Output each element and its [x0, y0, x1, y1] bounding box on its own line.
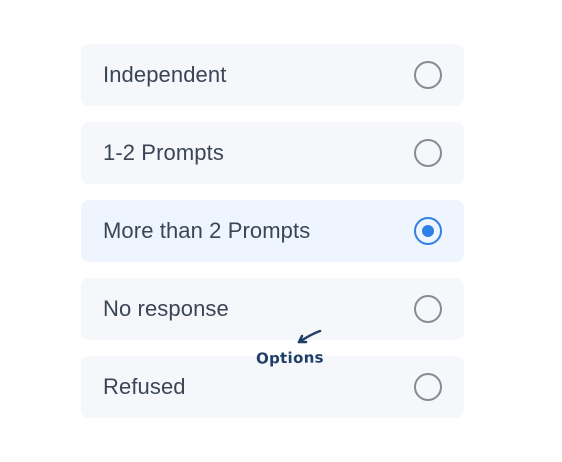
- option-label: Independent: [103, 62, 227, 87]
- option-1-2-prompts[interactable]: 1-2 Prompts: [81, 122, 464, 184]
- option-label: No response: [103, 296, 229, 321]
- radio-button[interactable]: [414, 295, 442, 323]
- radio-button[interactable]: [414, 61, 442, 89]
- option-more-than-2-prompts[interactable]: More than 2 Prompts: [81, 200, 464, 262]
- option-independent[interactable]: Independent: [81, 44, 464, 106]
- arrow-down-left-icon: [297, 329, 322, 344]
- option-label: More than 2 Prompts: [103, 218, 311, 243]
- radio-selected-dot: [422, 225, 434, 237]
- radio-option-list: Independent 1-2 Prompts More than 2 Prom…: [81, 44, 464, 434]
- option-label: Refused: [103, 374, 186, 399]
- response-options-panel: Independent 1-2 Prompts More than 2 Prom…: [0, 0, 562, 462]
- options-annotation: Options: [255, 327, 335, 372]
- radio-button[interactable]: [414, 217, 442, 245]
- radio-button[interactable]: [414, 139, 442, 167]
- option-label: 1-2 Prompts: [103, 140, 224, 165]
- annotation-label: Options: [255, 348, 324, 368]
- radio-button[interactable]: [414, 373, 442, 401]
